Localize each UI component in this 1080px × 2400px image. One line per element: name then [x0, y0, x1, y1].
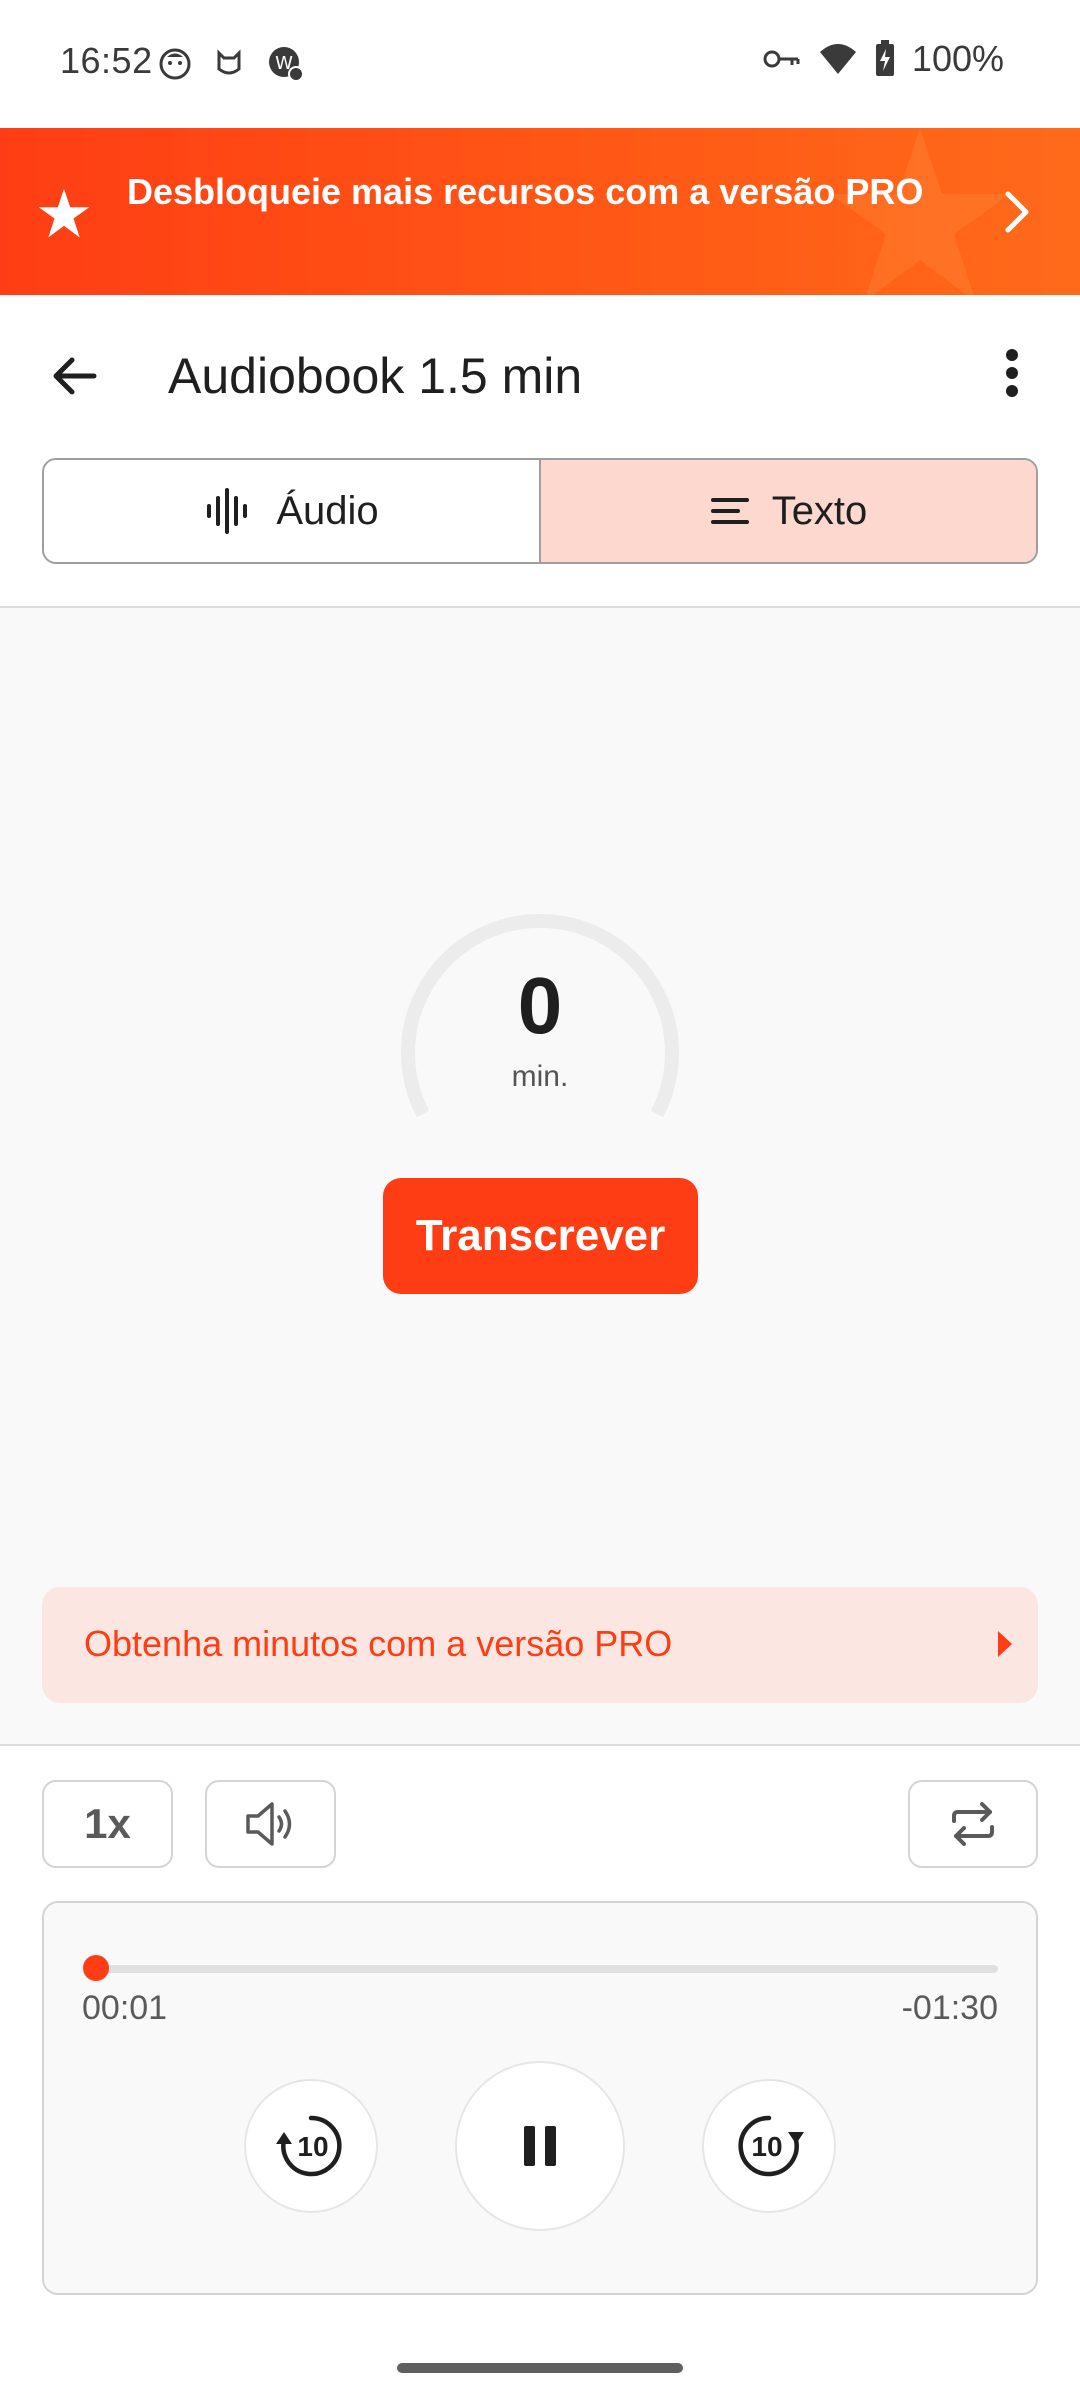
tab-audio-label: Áudio: [276, 488, 379, 533]
transcription-panel: [0, 608, 1080, 1744]
playback-speed-label: 1x: [84, 1800, 131, 1847]
pause-icon: [524, 2126, 556, 2166]
forward-10-button[interactable]: 10: [702, 2079, 836, 2213]
notification-icons: W: [158, 44, 306, 84]
repeat-icon: [952, 1802, 994, 1846]
tab-audio[interactable]: Áudio: [44, 460, 541, 562]
rewind-10-button[interactable]: 10: [244, 2079, 378, 2213]
replay-10-icon: 10: [276, 2115, 342, 2177]
more-vert-icon: [1006, 349, 1018, 397]
transcribe-button[interactable]: Transcrever: [383, 1178, 698, 1294]
elapsed-time: 00:01: [82, 1989, 168, 2027]
rewind-seconds: 10: [297, 2131, 328, 2162]
get-minutes-pro-label: Obtenha minutos com a versão PRO: [84, 1623, 673, 1664]
caret-right-icon: [998, 1631, 1012, 1657]
forward-10-icon: 10: [738, 2115, 804, 2177]
promo-text: Desbloqueie mais recursos com a versão P…: [127, 171, 924, 212]
face-notification-icon: [159, 48, 191, 80]
pro-promo-banner[interactable]: Desbloqueie mais recursos com a versão P…: [0, 128, 1080, 295]
tab-text[interactable]: Texto: [541, 460, 1036, 562]
status-bar: 16:52 W 100%: [0, 0, 1080, 128]
home-indicator[interactable]: [397, 2363, 683, 2373]
get-minutes-pro-button[interactable]: Obtenha minutos com a versão PRO: [42, 1587, 1038, 1703]
audio-player: 00:01 -01:30 10 10: [42, 1901, 1038, 2295]
system-icons: 100%: [762, 38, 1004, 80]
minutes-value: 0: [517, 961, 563, 1050]
cat-notification-icon: [217, 49, 241, 75]
progress-thumb[interactable]: [83, 1955, 110, 1981]
divider: [0, 1744, 1080, 1746]
waveform-icon: [207, 488, 248, 534]
star-icon: [38, 188, 90, 238]
progress-track[interactable]: [86, 1965, 998, 1973]
repeat-button[interactable]: [908, 1780, 1038, 1868]
wifi-icon: [819, 44, 856, 74]
status-time: 16:52: [60, 40, 153, 81]
vpn-key-icon: [763, 50, 800, 68]
text-lines-icon: [710, 498, 749, 524]
chevron-right-icon: [1005, 191, 1029, 233]
volume-button[interactable]: [205, 1780, 336, 1868]
battery-percentage: 100%: [911, 38, 1004, 79]
forward-seconds: 10: [751, 2131, 782, 2162]
tab-text-label: Texto: [771, 488, 868, 533]
remaining-time: -01:30: [901, 1989, 998, 2027]
app-bar: Audiobook 1.5 min: [0, 295, 1080, 455]
app-badge-notification-icon: W: [269, 47, 304, 82]
back-button[interactable]: [44, 346, 104, 406]
battery-charging-icon: [875, 40, 894, 76]
playback-speed-button[interactable]: 1x: [42, 1780, 173, 1868]
arrow-left-icon: [53, 357, 97, 395]
speaker-icon: [245, 1802, 291, 1846]
more-options-button[interactable]: [982, 343, 1042, 403]
pause-button[interactable]: [455, 2061, 625, 2231]
view-tabs: Áudio Texto: [42, 458, 1038, 564]
minutes-unit: min.: [511, 1060, 569, 1093]
page-title: Audiobook 1.5 min: [168, 348, 583, 404]
